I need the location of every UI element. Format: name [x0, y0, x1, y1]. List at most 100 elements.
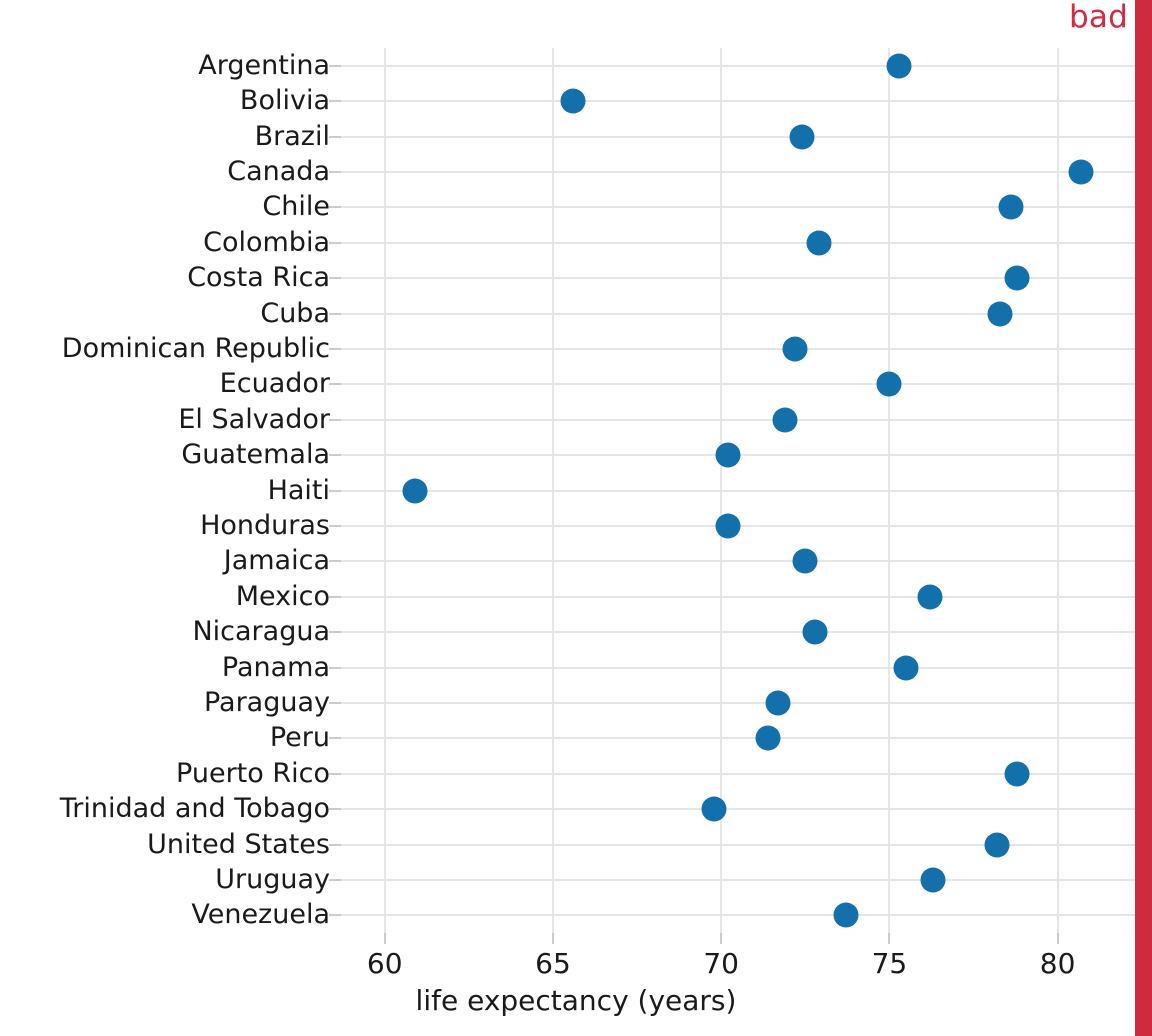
- horizontal-gridline: [329, 312, 1135, 315]
- data-point[interactable]: [1004, 761, 1030, 787]
- x-axis-title: life expectancy (years): [415, 984, 737, 1017]
- y-axis-category-label: Uruguay: [215, 863, 330, 895]
- data-point[interactable]: [715, 513, 741, 539]
- y-axis-category-label: El Salvador: [178, 403, 330, 435]
- y-axis-tick: [329, 383, 341, 386]
- horizontal-gridline: [329, 489, 1135, 492]
- y-axis-category-label: Trinidad and Tobago: [59, 793, 330, 825]
- x-axis-tick-label: 75: [871, 947, 908, 980]
- y-axis-tick: [329, 843, 341, 846]
- data-point[interactable]: [792, 548, 818, 574]
- y-axis-tick: [329, 454, 341, 457]
- data-point[interactable]: [893, 655, 919, 680]
- y-axis-category-label: Panama: [221, 651, 330, 683]
- data-point[interactable]: [782, 336, 808, 362]
- horizontal-gridline: [329, 631, 1135, 634]
- y-axis-category-label: Guatemala: [181, 439, 330, 471]
- data-point[interactable]: [917, 584, 943, 610]
- x-axis-tick: [720, 933, 723, 944]
- plot-panel: [329, 48, 1135, 933]
- horizontal-gridline: [329, 914, 1135, 917]
- y-axis-tick: [329, 808, 341, 811]
- data-point[interactable]: [1004, 265, 1030, 291]
- x-axis-tick-label: 70: [703, 947, 739, 980]
- y-axis-category-label: Argentina: [198, 49, 330, 81]
- y-axis-category-label: Brazil: [254, 120, 330, 152]
- y-axis-category-label: Puerto Rico: [176, 757, 330, 789]
- y-axis-tick: [329, 347, 341, 350]
- y-axis-tick: [329, 170, 341, 173]
- x-axis-tick-label: 60: [366, 947, 403, 980]
- horizontal-gridline: [329, 100, 1135, 103]
- x-axis-tick-label: 65: [535, 947, 571, 980]
- data-point[interactable]: [402, 478, 428, 503]
- horizontal-gridline: [329, 701, 1135, 704]
- dot-plot-figure: bad life expectancy (years) Argentina Bol…: [0, 0, 1152, 1036]
- y-axis-category-label: Mexico: [235, 580, 330, 612]
- x-axis-tick: [888, 933, 891, 944]
- horizontal-gridline: [329, 595, 1135, 598]
- x-axis-tick: [1056, 933, 1059, 944]
- data-point[interactable]: [755, 725, 781, 751]
- y-axis-category-label: Canada: [227, 155, 330, 187]
- data-point[interactable]: [701, 796, 727, 822]
- horizontal-gridline: [329, 418, 1135, 421]
- data-point[interactable]: [833, 902, 859, 928]
- y-axis-category-label: United States: [147, 828, 330, 860]
- y-axis-tick: [329, 277, 341, 280]
- y-axis-category-label: Cuba: [260, 297, 330, 329]
- y-axis-tick: [329, 100, 341, 103]
- data-point[interactable]: [560, 88, 586, 114]
- data-point[interactable]: [789, 124, 815, 149]
- data-point[interactable]: [772, 407, 798, 433]
- y-axis-tick: [329, 135, 341, 138]
- vertical-gridline: [1056, 48, 1059, 933]
- y-axis-category-label: Chile: [262, 191, 330, 223]
- horizontal-gridline: [329, 64, 1135, 67]
- y-axis-tick: [329, 666, 341, 669]
- horizontal-gridline: [329, 737, 1135, 740]
- horizontal-gridline: [329, 878, 1135, 881]
- y-axis-category-label: Peru: [269, 722, 330, 754]
- data-point[interactable]: [920, 867, 946, 893]
- horizontal-gridline: [329, 808, 1135, 811]
- y-axis-tick: [329, 206, 341, 209]
- y-axis-tick: [329, 595, 341, 598]
- x-axis-tick: [383, 933, 386, 944]
- x-axis-tick-label: 80: [1039, 947, 1076, 980]
- y-axis-tick: [329, 772, 341, 775]
- y-axis-tick: [329, 489, 341, 492]
- y-axis-tick: [329, 737, 341, 740]
- data-point[interactable]: [1068, 159, 1094, 185]
- data-point[interactable]: [998, 194, 1024, 220]
- data-point[interactable]: [715, 442, 741, 468]
- y-axis-category-label: Dominican Republic: [61, 332, 330, 364]
- data-point[interactable]: [987, 301, 1013, 326]
- y-axis-category-label: Jamaica: [223, 545, 330, 577]
- bad-annotation-label: bad: [1069, 0, 1128, 35]
- vertical-gridline: [888, 48, 891, 933]
- data-point[interactable]: [806, 230, 832, 256]
- horizontal-gridline: [329, 241, 1135, 244]
- y-axis-category-label: Haiti: [267, 474, 330, 506]
- y-axis-category-label: Costa Rica: [187, 262, 330, 294]
- data-point[interactable]: [886, 53, 912, 79]
- y-axis-tick: [329, 631, 341, 634]
- vertical-gridline: [551, 48, 554, 933]
- y-axis-tick: [329, 312, 341, 315]
- y-axis-category-label: Nicaragua: [192, 616, 330, 648]
- y-axis-tick: [329, 914, 341, 917]
- horizontal-gridline: [329, 170, 1135, 173]
- data-point[interactable]: [876, 371, 902, 397]
- y-axis-category-label: Colombia: [203, 226, 330, 258]
- horizontal-gridline: [329, 347, 1135, 350]
- y-axis-tick: [329, 560, 341, 563]
- data-point[interactable]: [802, 619, 828, 645]
- data-point[interactable]: [765, 690, 791, 716]
- horizontal-gridline: [329, 666, 1135, 669]
- data-point[interactable]: [984, 832, 1010, 857]
- horizontal-gridline: [329, 560, 1135, 563]
- y-axis-tick: [329, 878, 341, 881]
- x-axis-tick: [551, 933, 554, 944]
- horizontal-gridline: [329, 135, 1135, 138]
